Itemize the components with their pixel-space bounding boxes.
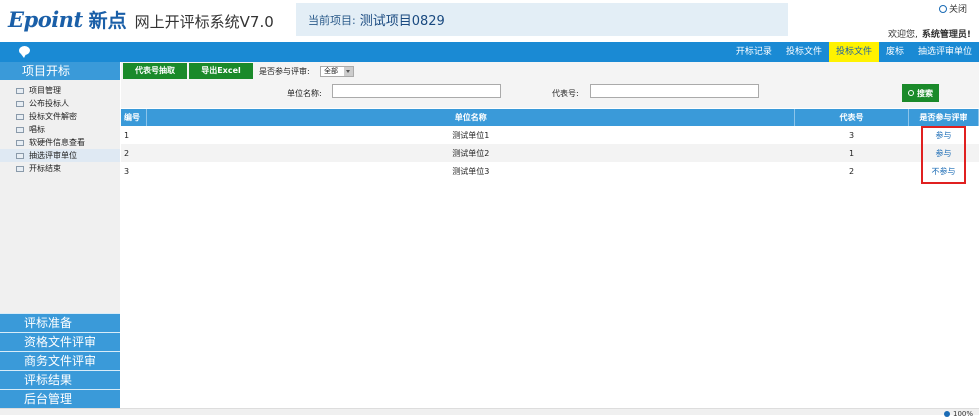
nav-tab-bid-files-active[interactable]: 投标文件: [828, 42, 879, 62]
cell-no: 1: [124, 130, 130, 140]
column-header-participate[interactable]: 是否参与评审: [908, 109, 979, 126]
sidebar-item-label: 投标文件解密: [29, 112, 77, 121]
table-row[interactable]: 2 测试单位2 1 参与: [121, 144, 979, 162]
top-nav-bar: 开标记录 投标文件 投标文件 废标 抽选评审单位: [0, 42, 979, 62]
nav-tab-opening-record[interactable]: 开标记录: [729, 42, 779, 62]
table-row[interactable]: 1 测试单位1 3 参与: [121, 126, 979, 144]
column-header-no[interactable]: 编号: [121, 109, 148, 126]
sidebar-item-label: 抽选评审单位: [29, 151, 77, 160]
sidebar-item-label: 项目管理: [29, 86, 61, 95]
document-icon: [16, 152, 24, 159]
filter-label: 是否参与评审:: [259, 67, 310, 76]
participate-toggle-link[interactable]: 参与: [936, 149, 952, 158]
sidebar-item-select-review-unit[interactable]: 抽选评审单位: [0, 149, 120, 162]
code-input[interactable]: [590, 84, 759, 98]
search-button[interactable]: 搜索: [902, 84, 939, 102]
app-header: Epoint 新点 网上开评标系统V7.0 当前项目: 测试项目0829 关闭 …: [0, 0, 979, 42]
search-icon: [908, 90, 914, 96]
logo-brand: Epoint: [8, 7, 83, 32]
project-label: 当前项目:: [308, 13, 356, 27]
review-unit-table: 编号 单位名称 代表号 是否参与评审 1 测试单位1 3 参与 2 测试单位2 …: [121, 109, 979, 180]
filter-value: 全部: [324, 67, 338, 75]
extract-code-button[interactable]: 代表号抽取: [123, 63, 187, 79]
chat-bubble-icon[interactable]: [19, 46, 30, 58]
system-name: 网上开评标系统V7.0: [134, 13, 274, 31]
participate-toggle-link[interactable]: 不参与: [932, 167, 956, 176]
power-icon: [938, 4, 947, 13]
sidebar-item-label: 开标结束: [29, 164, 61, 173]
cell-code: 2: [849, 166, 855, 176]
status-bar: 100%: [0, 408, 979, 418]
document-icon: [16, 126, 24, 133]
close-label: 关闭: [948, 5, 967, 15]
sidebar-item-announce-bids[interactable]: 唱标: [0, 123, 120, 136]
sidebar-section-qualification[interactable]: 资格文件评审: [0, 332, 120, 351]
nav-tab-invalid-bid[interactable]: 废标: [879, 42, 911, 62]
document-icon: [16, 100, 24, 107]
current-project-box: 当前项目: 测试项目0829: [296, 3, 788, 36]
unit-name-label: 单位名称:: [287, 89, 322, 98]
document-icon: [16, 113, 24, 120]
unit-name-input[interactable]: [332, 84, 501, 98]
search-row: 单位名称: 代表号: 搜索: [121, 80, 979, 108]
welcome-message: 欢迎您, 系统管理员!: [888, 27, 971, 40]
search-button-label: 搜索: [917, 88, 933, 98]
export-excel-button[interactable]: 导出Excel: [189, 63, 253, 79]
user-name: 系统管理员!: [921, 30, 971, 40]
toolbar: 代表号抽取 导出Excel 是否参与评审: 全部: [121, 62, 979, 80]
table-row[interactable]: 3 测试单位3 2 不参与: [121, 162, 979, 180]
table-header-row: 编号 单位名称 代表号 是否参与评审: [121, 109, 979, 126]
cell-code: 1: [794, 144, 909, 162]
logo-brand-cn: 新点: [88, 10, 127, 32]
sidebar-item-publish-bidders[interactable]: 公布投标人: [0, 97, 120, 110]
document-icon: [16, 87, 24, 94]
cell-unit-name: 测试单位1: [452, 130, 490, 140]
zoom-icon: [943, 411, 950, 417]
document-icon: [16, 139, 24, 146]
chevron-down-icon: [344, 67, 353, 76]
sidebar-section-admin[interactable]: 后台管理: [0, 389, 120, 408]
code-label: 代表号:: [552, 89, 579, 98]
cell-participate: 参与: [908, 144, 979, 162]
zoom-indicator[interactable]: 100%: [943, 410, 973, 418]
cell-code: 3: [849, 130, 855, 140]
sidebar-items: 项目管理 公布投标人 投标文件解密 唱标 软硬件信息查看 抽选评审单位 开标结束: [0, 80, 120, 175]
document-icon: [16, 165, 24, 172]
sidebar-item-label: 唱标: [29, 125, 45, 134]
project-name: 测试项目0829: [359, 14, 445, 29]
sidebar-section-commercial[interactable]: 商务文件评审: [0, 351, 120, 370]
cell-no: 3: [124, 166, 130, 176]
column-header-unit-name[interactable]: 单位名称: [146, 109, 796, 126]
participate-toggle-link[interactable]: 参与: [936, 131, 952, 140]
sidebar: 项目开标 项目管理 公布投标人 投标文件解密 唱标 软硬件信息查看 抽选评审单位: [0, 62, 120, 408]
zoom-level: 100%: [952, 410, 973, 418]
nav-tab-bid-files[interactable]: 投标文件: [779, 42, 829, 62]
cell-unit-name: 测试单位2: [146, 144, 795, 162]
close-button[interactable]: 关闭: [938, 2, 967, 15]
main-content: 代表号抽取 导出Excel 是否参与评审: 全部 单位名称: 代表号: 搜索 编…: [121, 62, 979, 408]
nav-tabs: 开标记录 投标文件 投标文件 废标 抽选评审单位: [729, 42, 979, 62]
cell-participate: 参与: [909, 126, 979, 144]
sidebar-section-preparation[interactable]: 评标准备: [0, 313, 120, 332]
sidebar-item-label: 公布投标人: [29, 99, 69, 108]
participation-filter-select[interactable]: 全部: [320, 66, 354, 77]
sidebar-item-decrypt-files[interactable]: 投标文件解密: [0, 110, 120, 123]
welcome-text: 欢迎您,: [888, 30, 918, 40]
sidebar-item-hardware-info[interactable]: 软硬件信息查看: [0, 136, 120, 149]
cell-unit-name: 测试单位3: [452, 166, 490, 176]
column-header-code[interactable]: 代表号: [794, 109, 910, 126]
sidebar-title[interactable]: 项目开标: [0, 62, 120, 80]
sidebar-sections: 评标准备 资格文件评审 商务文件评审 评标结果 后台管理: [0, 313, 120, 408]
sidebar-item-opening-end[interactable]: 开标结束: [0, 162, 120, 175]
cell-participate: 不参与: [909, 162, 979, 180]
sidebar-section-results[interactable]: 评标结果: [0, 370, 120, 389]
sidebar-item-project-management[interactable]: 项目管理: [0, 84, 120, 97]
cell-no: 2: [121, 144, 147, 162]
sidebar-item-label: 软硬件信息查看: [29, 138, 85, 147]
logo: Epoint 新点 网上开评标系统V7.0: [8, 6, 274, 33]
nav-tab-select-review-unit[interactable]: 抽选评审单位: [911, 42, 979, 62]
